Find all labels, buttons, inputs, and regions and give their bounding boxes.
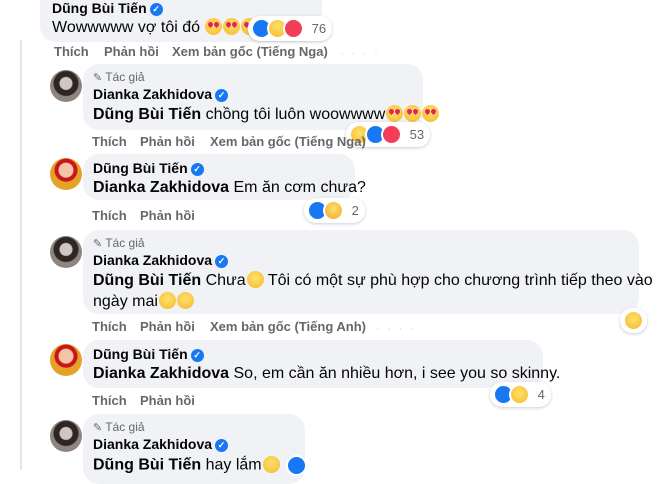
comment-author[interactable]: Dũng Bùi Tiến <box>93 160 188 176</box>
like-action[interactable]: Thích <box>92 134 127 149</box>
thinking-emoji-icon <box>246 271 264 288</box>
like-action[interactable]: Thích <box>92 319 127 334</box>
verified-badge-icon: ✓ <box>215 255 229 268</box>
comment-text: ngày mai <box>93 293 158 310</box>
love-reaction-icon <box>381 124 402 145</box>
comment-text: hay lắm <box>205 456 262 474</box>
comment-text: So, em cần ăn nhiều hơn, i see you so sk… <box>233 365 561 382</box>
reaction-count: 76 <box>311 21 327 36</box>
comment-text: Em ăn cơm chưa? <box>233 179 366 196</box>
verified-badge-icon: ✓ <box>215 89 229 102</box>
comment-author[interactable]: Dũng Bùi Tiến <box>93 346 188 362</box>
like-action[interactable]: Thích <box>92 393 127 408</box>
mention-tag[interactable]: Dũng Bùi Tiến <box>93 106 201 123</box>
like-action[interactable]: Thích <box>54 44 89 59</box>
smirk-emoji-icon <box>262 455 280 473</box>
see-original-action[interactable]: Xem bản gốc (Tiếng Nga) <box>172 44 328 59</box>
blurred-reply-indicator: · · · · <box>340 46 380 60</box>
reaction-count: 53 <box>409 127 425 142</box>
haha-reaction-icon <box>623 310 644 331</box>
reply-action[interactable]: Phản hồi <box>140 393 195 408</box>
see-original-action[interactable]: Xem bản gốc (Tiếng Anh) <box>210 319 366 334</box>
verified-badge-icon: ✓ <box>149 3 163 16</box>
comment-text: Chưa <box>205 272 246 289</box>
avatar[interactable] <box>50 70 82 102</box>
author-pen-icon: ✎ <box>93 238 103 250</box>
blurred-reply-indicator: · · · · <box>376 321 416 335</box>
reaction-count: 4 <box>537 387 545 402</box>
author-pen-icon: ✎ <box>93 422 103 434</box>
mention-tag[interactable]: Dũng Bùi Tiến <box>93 272 201 289</box>
comment-bubble: ✎ Tác giả Dianka Zakhidova ✓ Dũng Bùi Tiến… <box>83 64 440 130</box>
love-reaction-icon <box>283 18 304 39</box>
comment-bubble: ✎ Tác giả Dianka Zakhidova ✓ Dũng Bùi Tiến… <box>83 230 653 314</box>
heart-eyes-emoji-icon <box>404 105 422 122</box>
author-pen-icon: ✎ <box>93 72 103 84</box>
thread-line <box>20 40 22 470</box>
like-reaction-icon <box>286 455 308 476</box>
reply-action[interactable]: Phản hồi <box>140 208 195 223</box>
author-badge: Tác giả <box>105 420 145 434</box>
heart-eyes-emoji-icon <box>205 18 223 35</box>
reaction-summary[interactable]: 2 <box>304 198 365 223</box>
mention-tag[interactable]: Dianka Zakhidova <box>93 179 229 196</box>
comment-text: Tôi có một sự phù hợp cho chương trình t… <box>267 272 653 289</box>
heart-eyes-emoji-icon <box>386 105 404 122</box>
comment-text: chồng tôi luôn woowwww <box>205 106 386 123</box>
comment-author[interactable]: Dianka Zakhidova <box>93 436 212 452</box>
heart-eyes-emoji-icon <box>223 18 241 35</box>
author-badge: Tác giả <box>105 70 145 84</box>
verified-badge-icon: ✓ <box>190 349 204 362</box>
reply-action[interactable]: Phản hồi <box>140 319 195 334</box>
comment-author[interactable]: Dũng Bùi Tiến <box>52 0 147 16</box>
avatar[interactable] <box>50 236 82 268</box>
author-badge: Tác giả <box>105 236 145 250</box>
see-original-action[interactable]: Xem bản gốc (Tiếng Nga) <box>210 134 366 149</box>
rofl-emoji-icon <box>158 292 176 309</box>
comment-author[interactable]: Dianka Zakhidova <box>93 252 212 268</box>
avatar[interactable] <box>50 158 82 190</box>
avatar[interactable] <box>50 344 82 376</box>
reaction-count: 2 <box>351 203 359 218</box>
verified-badge-icon: ✓ <box>215 439 229 452</box>
reply-action[interactable]: Phản hồi <box>104 44 159 59</box>
comment-bubble: Dũng Bùi Tiến ✓ Dianka Zakhidova Em ăn cơ… <box>83 154 366 200</box>
reaction-summary[interactable]: 76 <box>248 16 333 41</box>
verified-badge-icon: ✓ <box>190 163 204 176</box>
joy-emoji-icon <box>176 292 194 309</box>
mention-tag[interactable]: Dianka Zakhidova <box>93 365 229 382</box>
avatar[interactable] <box>50 420 82 452</box>
like-action[interactable]: Thích <box>92 208 127 223</box>
reaction-summary[interactable] <box>620 308 647 333</box>
reply-action[interactable]: Phản hồi <box>140 134 195 149</box>
haha-reaction-icon <box>509 384 530 405</box>
care-reaction-icon <box>323 200 344 221</box>
reaction-summary[interactable]: 4 <box>490 382 551 407</box>
mention-tag[interactable]: Dũng Bùi Tiến <box>93 457 201 474</box>
comment-author[interactable]: Dianka Zakhidova <box>93 86 212 102</box>
heart-eyes-emoji-icon <box>422 105 440 122</box>
comment-bubble: Dũng Bùi Tiến ✓ Dianka Zakhidova So, em c… <box>83 340 560 388</box>
comment-text: Wowwwww vợ tôi đó <box>52 19 201 36</box>
